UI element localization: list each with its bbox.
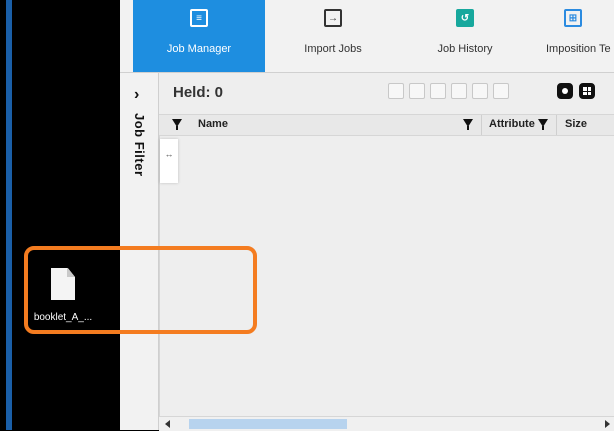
imposition-icon: ⊞: [564, 9, 582, 27]
copy-icon[interactable]: [430, 83, 446, 99]
main-toolbar: ≡ Job Manager → Import Jobs ↺ Job Histor…: [120, 0, 614, 73]
horizontal-scrollbar[interactable]: [159, 416, 614, 431]
column-name[interactable]: Name: [198, 118, 228, 130]
history-icon: ↺: [456, 9, 474, 27]
tab-import-jobs[interactable]: → Import Jobs: [268, 0, 398, 72]
tab-imposition-templates[interactable]: ⊞ Imposition Te: [532, 0, 614, 72]
list-icon[interactable]: [493, 83, 509, 99]
held-bar: Held: 0: [159, 73, 614, 112]
print-icon[interactable]: [409, 83, 425, 99]
delete-icon[interactable]: [472, 83, 488, 99]
column-header-row: Name Attribute Size: [159, 114, 614, 136]
job-manager-icon: ≡: [190, 9, 208, 27]
highlight-box: [24, 246, 257, 334]
job-filter-label[interactable]: Job Filter: [132, 113, 147, 177]
held-count: Held: 0: [173, 84, 224, 101]
desktop: [0, 0, 120, 430]
column-divider[interactable]: [556, 115, 557, 135]
import-icon: →: [324, 9, 342, 27]
settings-icon[interactable]: [557, 83, 573, 99]
filter-icon[interactable]: [538, 119, 548, 130]
scroll-left-icon[interactable]: [165, 420, 170, 428]
tab-label: Job Manager: [166, 43, 232, 55]
filter-icon[interactable]: [463, 119, 473, 130]
tab-label: Imposition Te: [546, 43, 611, 55]
column-size[interactable]: Size: [565, 118, 587, 130]
column-attribute[interactable]: Attribute: [489, 118, 539, 130]
expand-chevron-icon[interactable]: ›: [134, 86, 139, 104]
scroll-thumb[interactable]: [189, 419, 347, 429]
grid-icon[interactable]: [579, 83, 595, 99]
column-divider[interactable]: [481, 115, 482, 135]
play-icon[interactable]: [388, 83, 404, 99]
desktop-edge-bar: [6, 0, 12, 430]
preview-icon[interactable]: [451, 83, 467, 99]
tab-label: Import Jobs: [304, 43, 362, 55]
tab-job-history[interactable]: ↺ Job History: [400, 0, 530, 72]
tab-job-manager[interactable]: ≡ Job Manager: [133, 0, 265, 72]
scroll-right-icon[interactable]: [605, 420, 610, 428]
app-window: ≡ Job Manager → Import Jobs ↺ Job Histor…: [120, 0, 614, 431]
resize-cursor: ↔: [160, 139, 178, 183]
tab-label: Job History: [437, 43, 493, 55]
filter-icon[interactable]: [172, 119, 182, 130]
